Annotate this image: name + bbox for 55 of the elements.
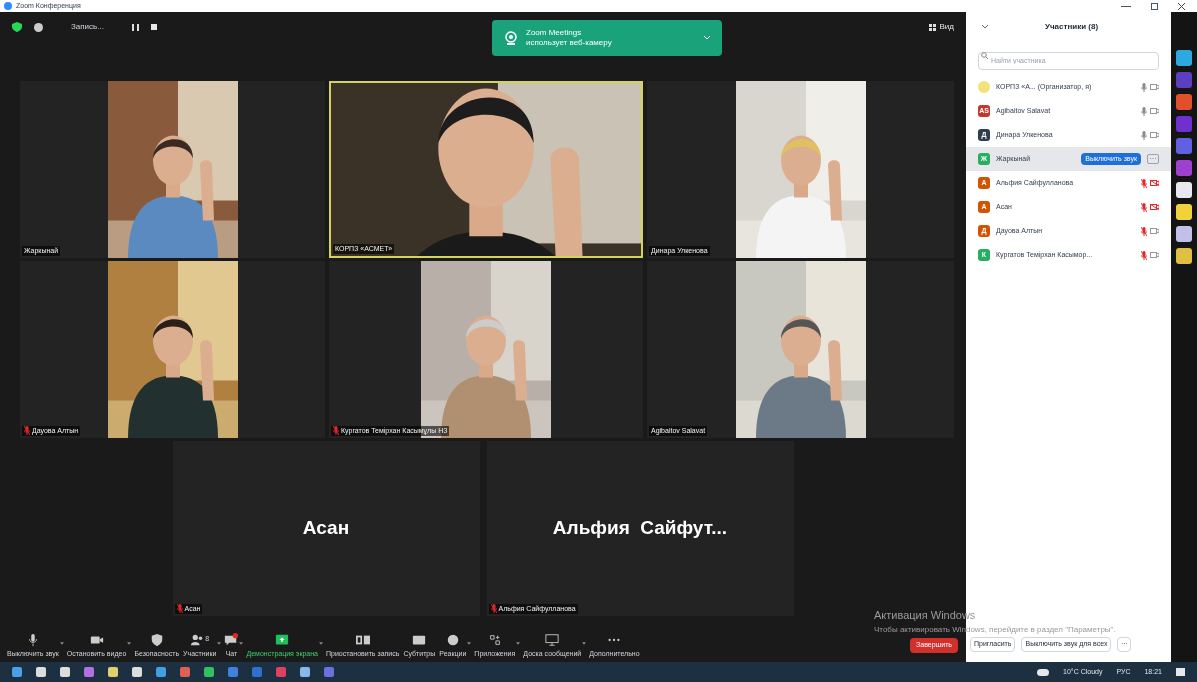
chat-bubble-icon <box>224 632 239 647</box>
caret-icon[interactable] <box>127 642 132 645</box>
caret-icon[interactable] <box>217 642 222 645</box>
taskbar-app-icon[interactable] <box>276 667 286 677</box>
cloud-icon <box>1037 668 1050 676</box>
taskbar-app-icon[interactable] <box>204 667 214 677</box>
taskbar-app-icon[interactable] <box>84 667 94 677</box>
caret-icon[interactable] <box>467 642 472 645</box>
taskbar-app-icon[interactable] <box>156 667 166 677</box>
monitor-icon <box>545 632 560 647</box>
app-icon[interactable] <box>1176 248 1192 264</box>
taskbar-app-icon[interactable] <box>300 667 310 677</box>
panel-title: Участники (8) <box>1043 21 1100 33</box>
app-icon[interactable] <box>1176 94 1192 110</box>
caret-icon[interactable] <box>516 642 521 645</box>
apps-icon <box>487 632 502 647</box>
taskbar-app-icon[interactable] <box>36 667 46 677</box>
taskbar-app-icon[interactable] <box>252 667 262 677</box>
app-icon[interactable] <box>1176 226 1192 242</box>
caret-icon[interactable] <box>319 642 323 645</box>
pause-icon[interactable] <box>131 23 139 31</box>
grid-icon <box>928 23 936 31</box>
app-icon[interactable] <box>1176 50 1192 66</box>
participant-display-name: Альфия Сайфут... <box>552 516 728 541</box>
participant-display-name: Асан <box>302 516 350 541</box>
people-icon <box>190 632 205 647</box>
recording-label: Запись... <box>71 21 104 33</box>
minimize-icon[interactable] <box>1121 5 1131 7</box>
notification-title: Zoom Meetings <box>526 28 583 38</box>
stop-icon[interactable] <box>150 24 157 30</box>
chevron-icon[interactable] <box>982 25 988 29</box>
start-icon[interactable] <box>12 667 22 677</box>
notification-text: использует веб-камеру <box>526 38 612 48</box>
close-icon[interactable] <box>1178 2 1185 10</box>
taskbar-app-icon[interactable] <box>132 667 142 677</box>
app-icon[interactable] <box>1176 138 1192 154</box>
caret-icon[interactable] <box>59 642 64 645</box>
search-icon <box>981 52 988 59</box>
app-icon[interactable] <box>1176 182 1192 198</box>
taskbar-app-icon[interactable] <box>228 667 238 677</box>
taskbar-app-icon[interactable] <box>324 667 334 677</box>
taskbar-app-icon[interactable] <box>60 667 70 677</box>
app-icon[interactable] <box>1176 204 1192 220</box>
caret-icon[interactable] <box>239 642 244 645</box>
shield-icon <box>149 632 164 647</box>
zoom-logo-icon <box>4 2 12 10</box>
maximize-icon[interactable] <box>1151 2 1158 10</box>
share-screen-icon <box>275 632 290 647</box>
view-button[interactable]: Вид <box>928 21 954 33</box>
app-icon[interactable] <box>1176 160 1192 176</box>
taskbar-app-icon[interactable] <box>108 667 118 677</box>
shield-icon[interactable] <box>12 22 22 32</box>
camera-icon <box>504 31 518 45</box>
caret-icon[interactable] <box>582 642 587 645</box>
taskbar-app-icon[interactable] <box>180 667 190 677</box>
